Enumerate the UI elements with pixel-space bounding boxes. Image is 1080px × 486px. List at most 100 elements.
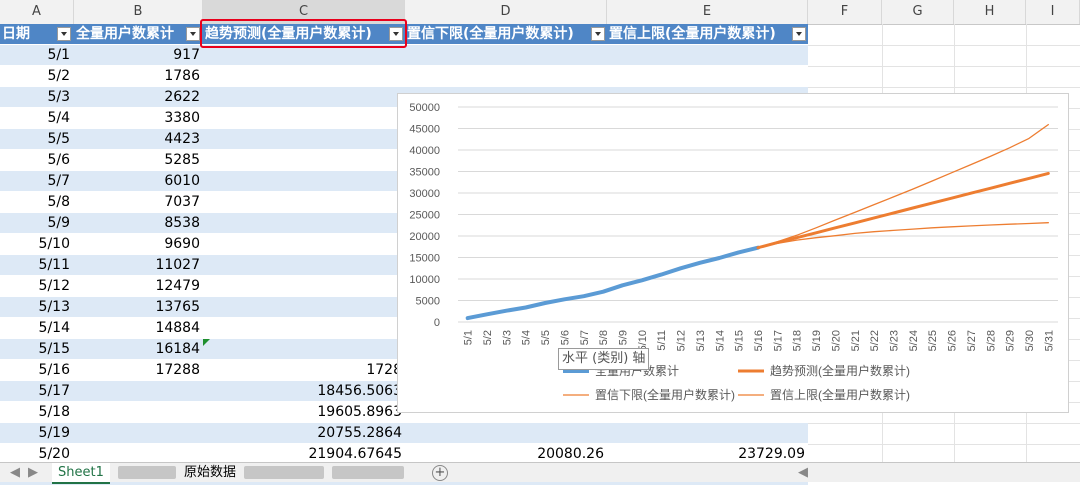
tab-sheet1[interactable]: Sheet1 — [52, 463, 110, 484]
table-row: 5/1 917 — [0, 45, 808, 66]
cell-date[interactable]: 5/3 — [0, 87, 74, 108]
cell-trend-forecast[interactable]: 19605.8963 — [203, 402, 405, 423]
cell-date[interactable]: 5/8 — [0, 192, 74, 213]
cell-total-users[interactable]: 5285 — [74, 150, 203, 171]
cell-total-users[interactable]: 3380 — [74, 108, 203, 129]
cell-trend-forecast[interactable] — [203, 108, 405, 129]
add-sheet-icon[interactable]: + — [432, 465, 448, 481]
cell-date[interactable]: 5/17 — [0, 381, 74, 402]
cell-trend-forecast[interactable] — [203, 150, 405, 171]
cell-trend-forecast[interactable]: 18456.5063 — [203, 381, 405, 402]
tab-scroll-right-icon[interactable]: ▶ — [22, 463, 44, 482]
cell-upper-bound[interactable] — [607, 45, 808, 66]
cell-lower-bound[interactable] — [405, 45, 607, 66]
column-header-h[interactable]: H — [954, 0, 1026, 24]
cell-total-users[interactable]: 16184 — [74, 339, 203, 360]
cell-total-users[interactable]: 14884 — [74, 318, 203, 339]
filter-dropdown-date[interactable] — [57, 27, 71, 41]
cell-date[interactable]: 5/16 — [0, 360, 74, 381]
cell-trend-forecast[interactable] — [203, 129, 405, 150]
column-header-a[interactable]: A — [0, 0, 74, 24]
cell-trend-forecast[interactable] — [203, 339, 405, 360]
cell-total-users[interactable]: 2622 — [74, 87, 203, 108]
column-header-e[interactable]: E — [607, 0, 808, 24]
cell-date[interactable]: 5/10 — [0, 234, 74, 255]
cell-error-indicator-icon[interactable] — [203, 339, 210, 346]
cell-total-users[interactable]: 11027 — [74, 255, 203, 276]
cell-trend-forecast[interactable]: 20755.2864 — [203, 423, 405, 444]
cell-total-users[interactable]: 1786 — [74, 66, 203, 87]
blurred-tab[interactable] — [244, 466, 324, 479]
y-tick-label: 30000 — [409, 188, 440, 200]
y-tick-label: 45000 — [409, 124, 440, 136]
cell-trend-forecast[interactable] — [203, 255, 405, 276]
cell-date[interactable]: 5/1 — [0, 45, 74, 66]
cell-total-users[interactable]: 917 — [74, 45, 203, 66]
cell-trend-forecast[interactable] — [203, 234, 405, 255]
hscroll-left-icon[interactable]: ◀ — [792, 463, 814, 482]
column-header-d[interactable]: D — [405, 0, 607, 24]
cell-trend-forecast[interactable] — [203, 66, 405, 87]
cell-total-users[interactable] — [74, 402, 203, 423]
cell-total-users[interactable]: 13765 — [74, 297, 203, 318]
y-tick-label: 5000 — [416, 296, 440, 308]
filter-dropdown-total-users[interactable] — [186, 27, 200, 41]
cell-trend-forecast[interactable] — [203, 171, 405, 192]
tab-raw-data[interactable]: 原始数据 — [178, 463, 242, 482]
filter-dropdown-lower-bound[interactable] — [591, 27, 605, 41]
cell-date[interactable]: 5/15 — [0, 339, 74, 360]
cell-date[interactable]: 5/7 — [0, 171, 74, 192]
cell-total-users[interactable]: 7037 — [74, 192, 203, 213]
cell-date[interactable]: 5/9 — [0, 213, 74, 234]
cell-total-users[interactable]: 9690 — [74, 234, 203, 255]
blurred-tab[interactable] — [118, 466, 176, 479]
cell-upper-bound[interactable] — [607, 66, 808, 87]
cell-trend-forecast[interactable] — [203, 297, 405, 318]
cell-date[interactable]: 5/5 — [0, 129, 74, 150]
cell-date[interactable]: 5/6 — [0, 150, 74, 171]
x-tick-label: 5/27 — [966, 330, 978, 351]
column-header-i[interactable]: I — [1026, 0, 1080, 24]
cell-lower-bound[interactable] — [405, 66, 607, 87]
x-tick-label: 5/5 — [540, 330, 552, 345]
forecast-chart[interactable]: 0 5000 10000 15000 20000 25000 30000 35000 40000… — [397, 93, 1069, 413]
cell-lower-bound[interactable] — [405, 423, 607, 444]
cell-total-users[interactable]: 17288 — [74, 360, 203, 381]
cell-trend-forecast[interactable] — [203, 276, 405, 297]
x-tick-label: 5/8 — [598, 330, 610, 345]
cell-trend-forecast[interactable] — [203, 213, 405, 234]
cell-date[interactable]: 5/18 — [0, 402, 74, 423]
filter-dropdown-upper-bound[interactable] — [792, 27, 806, 41]
cell-date[interactable]: 5/4 — [0, 108, 74, 129]
y-tick-label: 20000 — [409, 231, 440, 243]
table-row: 5/2 1786 — [0, 66, 808, 87]
cell-total-users[interactable]: 8538 — [74, 213, 203, 234]
cell-trend-forecast[interactable] — [203, 87, 405, 108]
cell-date[interactable]: 5/11 — [0, 255, 74, 276]
cell-total-users[interactable]: 12479 — [74, 276, 203, 297]
cell-date[interactable]: 5/13 — [0, 297, 74, 318]
cell-trend-forecast[interactable]: 1728 — [203, 360, 405, 381]
cell-date[interactable]: 5/12 — [0, 276, 74, 297]
cell-total-users[interactable]: 6010 — [74, 171, 203, 192]
series-line — [465, 245, 760, 321]
column-header-b[interactable]: B — [74, 0, 203, 24]
blurred-tab[interactable] — [332, 466, 404, 479]
cell-trend-forecast[interactable] — [203, 318, 405, 339]
cell-trend-forecast[interactable] — [203, 45, 405, 66]
column-header-f[interactable]: F — [808, 0, 882, 24]
column-header-g[interactable]: G — [882, 0, 954, 24]
grid-line — [808, 423, 1080, 424]
y-tick-label: 50000 — [409, 102, 440, 114]
cell-total-users[interactable] — [74, 381, 203, 402]
header-total-users: 全量用户数累计 — [76, 26, 174, 42]
cell-date[interactable]: 5/19 — [0, 423, 74, 444]
x-tick-label: 5/4 — [521, 330, 533, 345]
cell-total-users[interactable] — [74, 423, 203, 444]
cell-date[interactable]: 5/14 — [0, 318, 74, 339]
x-tick-label: 5/18 — [792, 330, 804, 351]
cell-trend-forecast[interactable] — [203, 192, 405, 213]
cell-date[interactable]: 5/2 — [0, 66, 74, 87]
cell-upper-bound[interactable] — [607, 423, 808, 444]
cell-total-users[interactable]: 4423 — [74, 129, 203, 150]
